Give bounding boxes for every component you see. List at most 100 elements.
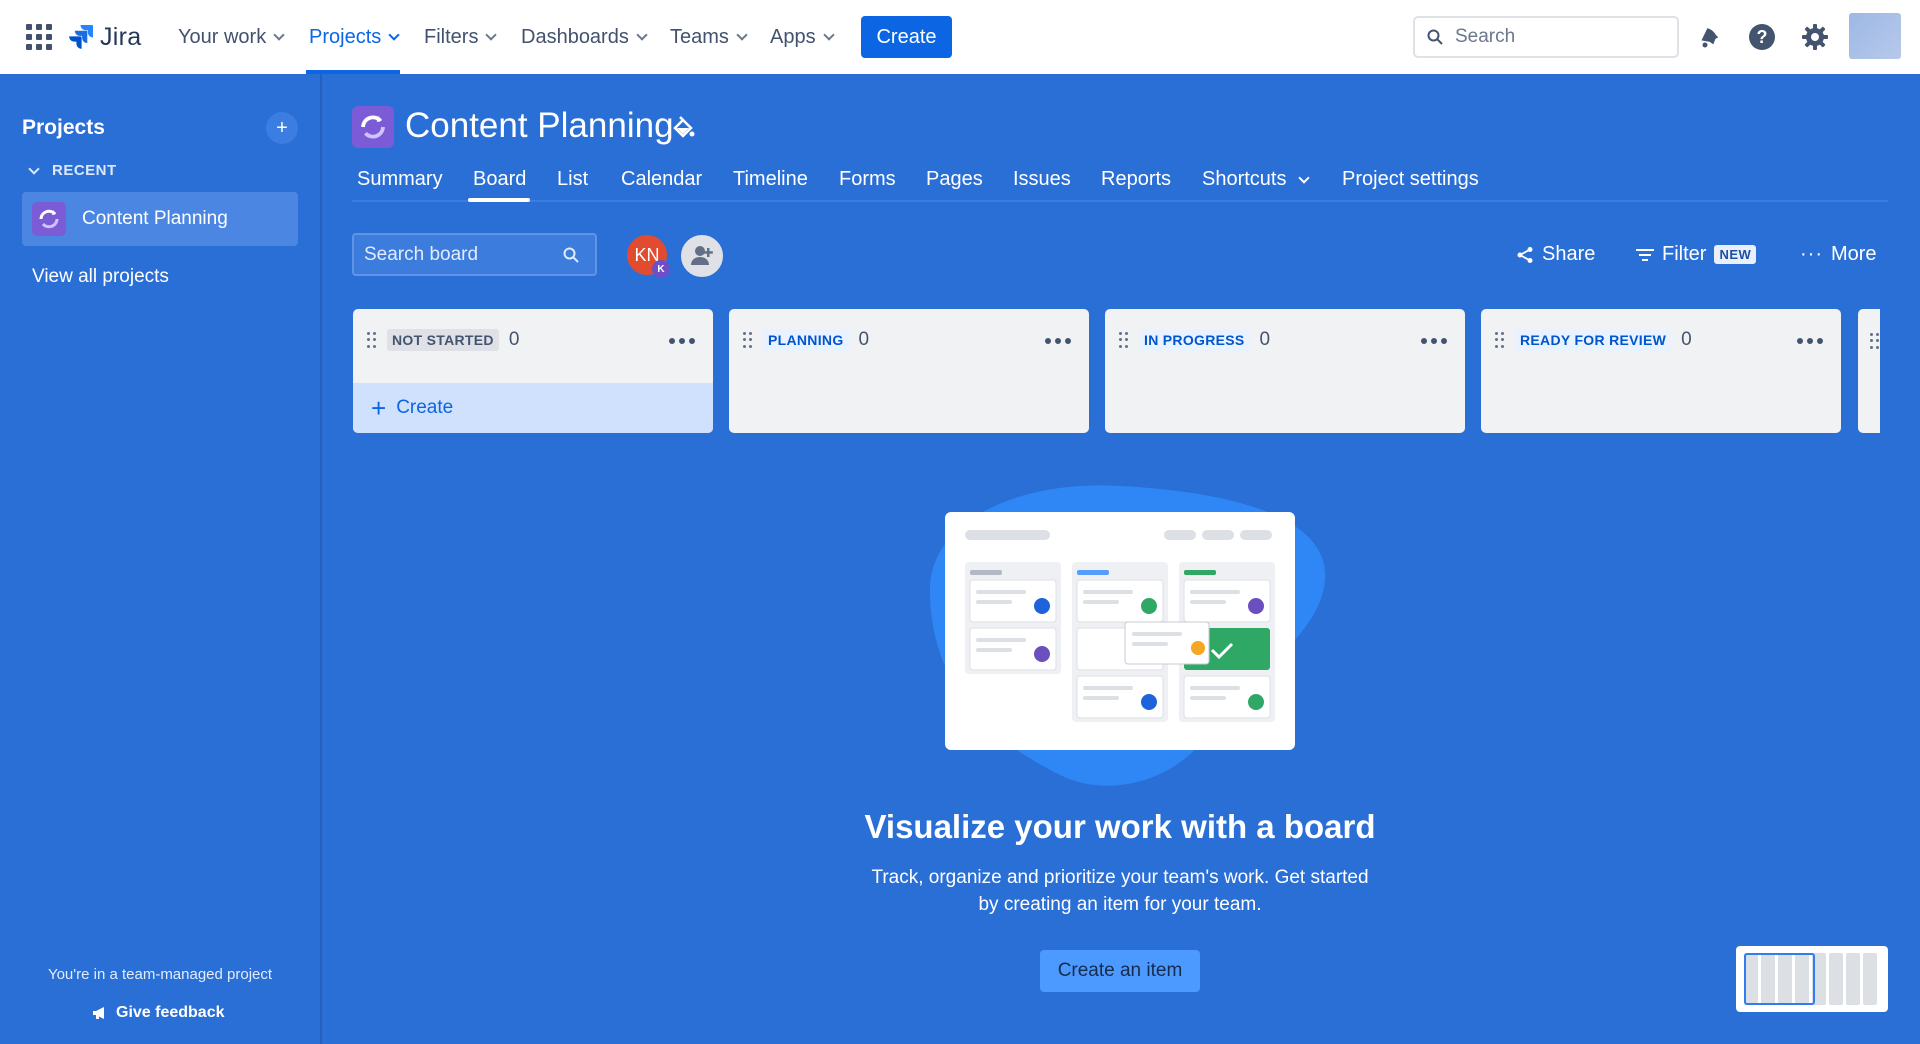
empty-state-description: Track, organize and prioritize your team… bbox=[871, 867, 1369, 915]
chevron-down-icon bbox=[1298, 171, 1311, 184]
chevron-down-icon bbox=[485, 29, 498, 41]
project-tabs: Summary Board List Calendar Timeline For… bbox=[352, 164, 1888, 202]
drag-handle-icon bbox=[1870, 333, 1880, 349]
svg-text:?: ? bbox=[1757, 27, 1768, 47]
column-name: READY FOR REVIEW bbox=[1515, 329, 1672, 351]
notifications-icon[interactable] bbox=[1693, 21, 1725, 53]
jira-logo[interactable]: Jira bbox=[68, 20, 141, 54]
board-search-input[interactable]: Search board bbox=[352, 233, 597, 276]
global-search-input[interactable]: Search bbox=[1413, 16, 1679, 58]
filter-label: Filter bbox=[1662, 243, 1707, 265]
app-switcher-icon[interactable] bbox=[26, 24, 52, 50]
board-search-placeholder: Search board bbox=[364, 243, 479, 265]
team-managed-notice: You're in a team-managed project bbox=[47, 966, 273, 983]
top-navigation: Jira Your work Projects Filters Dashboar… bbox=[0, 0, 1920, 74]
filter-button[interactable]: Filter NEW bbox=[1636, 243, 1757, 266]
recent-toggle[interactable]: RECENT bbox=[28, 162, 117, 179]
create-button[interactable]: Create bbox=[861, 16, 952, 58]
jira-logo-icon bbox=[69, 25, 93, 49]
tab-calendar[interactable]: Calendar bbox=[621, 168, 702, 191]
give-feedback-link[interactable]: Give feedback bbox=[92, 1004, 225, 1022]
tab-project-settings[interactable]: Project settings bbox=[1342, 168, 1479, 191]
board-column-not-started[interactable]: NOT STARTED 0 + Create bbox=[353, 309, 713, 433]
settings-icon[interactable] bbox=[1799, 21, 1831, 53]
share-button[interactable]: Share bbox=[1516, 243, 1595, 266]
more-label: More bbox=[1830, 243, 1877, 265]
nav-projects[interactable]: Projects bbox=[309, 24, 400, 50]
gear-icon bbox=[1802, 24, 1828, 50]
tab-timeline[interactable]: Timeline bbox=[733, 168, 808, 191]
nav-dashboards[interactable]: Dashboards bbox=[521, 24, 648, 50]
drag-handle-icon[interactable] bbox=[367, 332, 377, 348]
column-create-button[interactable]: + Create bbox=[353, 383, 713, 433]
board-column-ready-for-review[interactable]: READY FOR REVIEW 0 bbox=[1481, 309, 1841, 433]
board-column-in-progress[interactable]: IN PROGRESS 0 bbox=[1105, 309, 1465, 433]
tab-shortcuts[interactable]: Shortcuts bbox=[1202, 168, 1311, 191]
project-icon bbox=[32, 202, 66, 236]
nav-label: Projects bbox=[309, 25, 382, 48]
view-all-projects-link[interactable]: View all projects bbox=[32, 266, 169, 288]
column-count: 0 bbox=[1681, 329, 1692, 350]
tab-pages[interactable]: Pages bbox=[926, 168, 983, 191]
more-button[interactable]: ··· More bbox=[1800, 243, 1877, 266]
user-avatar[interactable] bbox=[1849, 13, 1901, 59]
more-dots-icon: ··· bbox=[1800, 243, 1823, 265]
new-badge: NEW bbox=[1714, 245, 1757, 264]
column-count: 0 bbox=[508, 329, 520, 350]
nav-filters[interactable]: Filters bbox=[424, 24, 498, 50]
logo-text: Jira bbox=[100, 22, 142, 51]
nav-label: Teams bbox=[670, 25, 729, 48]
recent-label: RECENT bbox=[52, 162, 117, 179]
column-header: NOT STARTED 0 bbox=[367, 329, 519, 351]
megaphone-icon bbox=[93, 1007, 104, 1019]
tab-list[interactable]: List bbox=[557, 168, 588, 191]
column-menu-icon[interactable] bbox=[1797, 338, 1823, 344]
board-column-partial[interactable] bbox=[1858, 309, 1880, 433]
chevron-down-icon bbox=[28, 162, 40, 175]
project-avatar[interactable] bbox=[352, 106, 394, 148]
tab-forms[interactable]: Forms bbox=[839, 168, 896, 191]
share-icon bbox=[1517, 246, 1533, 263]
page-title: Content Planning bbox=[405, 106, 674, 145]
filter-icon bbox=[1636, 248, 1654, 261]
project-icon bbox=[361, 115, 385, 139]
sidebar-item-content-planning[interactable]: Content Planning bbox=[22, 192, 298, 246]
minimap-viewport[interactable] bbox=[1744, 953, 1815, 1005]
nav-apps[interactable]: Apps bbox=[770, 24, 835, 50]
tab-reports[interactable]: Reports bbox=[1101, 168, 1171, 191]
create-label: Create bbox=[396, 397, 454, 418]
column-name: IN PROGRESS bbox=[1139, 329, 1250, 351]
drag-handle-icon[interactable] bbox=[743, 332, 753, 348]
column-header: READY FOR REVIEW 0 bbox=[1495, 329, 1692, 351]
drag-handle-icon[interactable] bbox=[1495, 332, 1505, 348]
search-placeholder: Search bbox=[1455, 26, 1516, 47]
board-minimap[interactable] bbox=[1736, 946, 1888, 1012]
tab-board[interactable]: Board bbox=[473, 168, 526, 191]
board-column-planning[interactable]: PLANNING 0 bbox=[729, 309, 1089, 433]
chevron-down-icon bbox=[388, 29, 400, 41]
plus-icon: + bbox=[371, 393, 387, 423]
add-people-button[interactable] bbox=[678, 232, 726, 280]
nav-teams[interactable]: Teams bbox=[670, 24, 748, 50]
sidebar-title: Projects bbox=[22, 116, 105, 139]
column-name: PLANNING bbox=[763, 329, 849, 351]
column-count: 0 bbox=[1259, 329, 1271, 350]
nav-your-work[interactable]: Your work bbox=[178, 24, 285, 50]
column-menu-icon[interactable] bbox=[1421, 338, 1447, 344]
create-item-button[interactable]: Create an item bbox=[1040, 950, 1200, 992]
paint-bucket-icon[interactable] bbox=[669, 114, 697, 142]
drag-handle-icon[interactable] bbox=[1119, 332, 1129, 348]
column-menu-icon[interactable] bbox=[669, 338, 695, 344]
column-name: NOT STARTED bbox=[387, 329, 499, 351]
column-count: 0 bbox=[858, 329, 870, 350]
tab-issues[interactable]: Issues bbox=[1013, 168, 1071, 191]
question-icon: ? bbox=[1749, 24, 1775, 50]
add-project-button[interactable]: + bbox=[266, 112, 298, 144]
board-illustration bbox=[930, 485, 1326, 786]
tab-label: Shortcuts bbox=[1202, 168, 1287, 190]
column-menu-icon[interactable] bbox=[1045, 338, 1071, 344]
nav-label: Dashboards bbox=[521, 25, 629, 48]
tab-summary[interactable]: Summary bbox=[357, 168, 443, 191]
help-icon[interactable]: ? bbox=[1746, 21, 1778, 53]
empty-state-title: Visualize your work with a board bbox=[864, 808, 1376, 845]
